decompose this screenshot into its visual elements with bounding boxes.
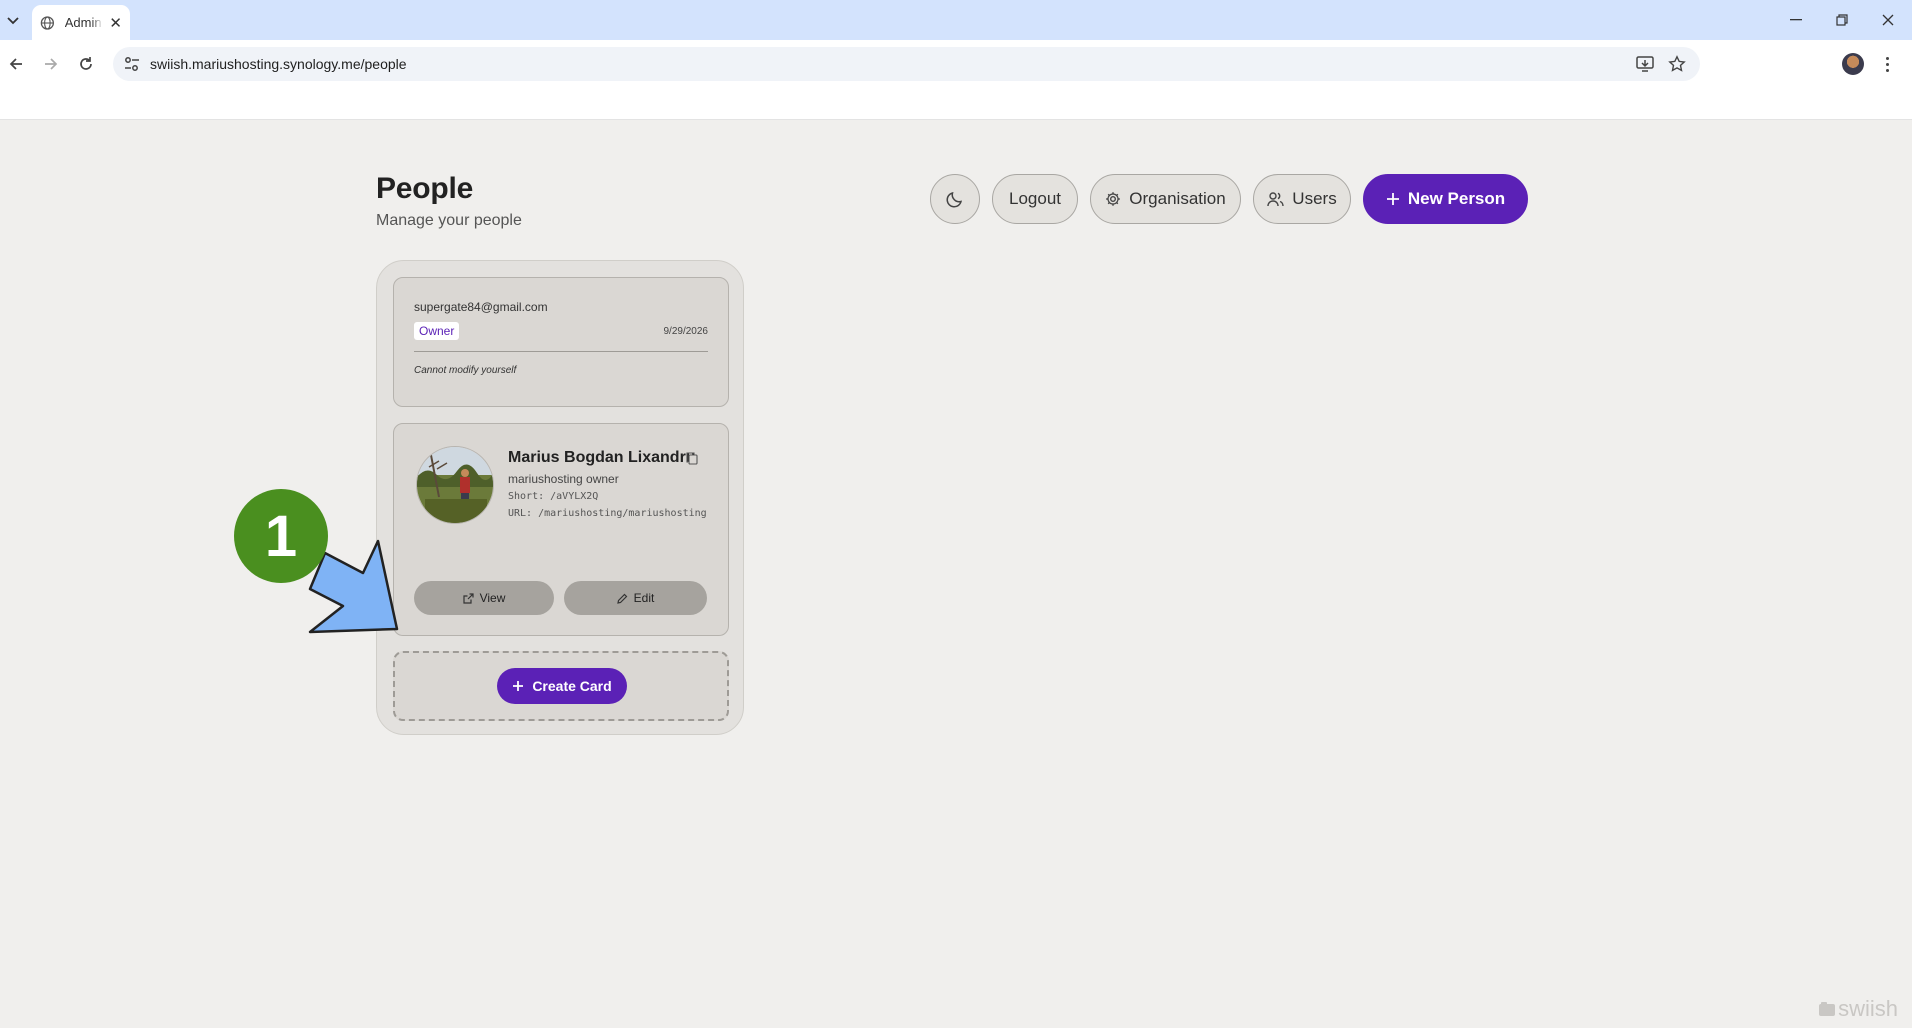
watermark-text: swiish — [1838, 996, 1898, 1021]
edit-label: Edit — [633, 591, 655, 605]
create-card-button[interactable]: Create Card — [497, 668, 627, 704]
person-name: Marius Bogdan Lixandru — [508, 449, 696, 466]
browser-menu-icon[interactable] — [1880, 52, 1894, 76]
pencil-icon — [616, 593, 628, 604]
arrow-right-icon — [45, 58, 58, 70]
divider — [414, 351, 708, 352]
browser-tab[interactable]: Admin ✕ — [32, 5, 130, 40]
gear-icon — [1106, 192, 1121, 206]
page-subtitle: Manage your people — [376, 212, 522, 229]
reload-button[interactable] — [72, 50, 100, 78]
restore-icon — [1836, 14, 1848, 26]
step-annotation: 1 — [234, 489, 399, 634]
minimize-icon — [1790, 19, 1802, 21]
logout-label: Logout — [1009, 189, 1061, 208]
reload-icon — [80, 57, 92, 70]
url-text: swiish.mariushosting.synology.me/people — [150, 56, 407, 72]
user-card: supergate84@gmail.com Owner 9/29/2026 Ca… — [393, 277, 729, 407]
close-icon — [1882, 14, 1894, 26]
person-card: Marius Bogdan Lixandru mariushosting own… — [393, 423, 729, 636]
external-link-icon — [462, 592, 474, 604]
organisation-button[interactable]: Organisation — [1090, 174, 1241, 224]
view-label: View — [479, 591, 506, 605]
user-date: 9/29/2026 — [663, 326, 709, 337]
new-person-button[interactable]: New Person — [1363, 174, 1528, 224]
view-button[interactable]: View — [414, 581, 554, 615]
create-card-area: Create Card — [393, 651, 729, 721]
bookmark-star-icon[interactable] — [1668, 55, 1686, 73]
person-url: URL: /mariushosting/mariushosting — [508, 508, 707, 519]
role-badge: Owner — [414, 322, 460, 340]
page-title: People — [376, 172, 474, 205]
moon-icon — [946, 191, 963, 208]
step-number: 1 — [265, 504, 297, 569]
back-button[interactable] — [2, 50, 30, 78]
swiish-logo-icon — [1819, 1002, 1836, 1016]
minimize-button[interactable] — [1782, 8, 1810, 32]
users-button[interactable]: Users — [1253, 174, 1351, 224]
arrow-left-icon — [9, 58, 22, 70]
browser-toolbar: swiish.mariushosting.synology.me/people — [0, 40, 1912, 87]
page-content: People Manage your people Logout Organis… — [0, 120, 1912, 1028]
close-window-button[interactable] — [1874, 8, 1902, 32]
logout-button[interactable]: Logout — [992, 174, 1078, 224]
browser-tab-strip: Admin ✕ — [0, 0, 1912, 40]
plus-icon — [1386, 193, 1399, 205]
globe-icon — [40, 15, 54, 30]
person-column: supergate84@gmail.com Owner 9/29/2026 Ca… — [376, 260, 744, 735]
organisation-label: Organisation — [1129, 189, 1226, 208]
tab-search-button[interactable] — [2, 10, 24, 32]
user-note: Cannot modify yourself — [414, 365, 517, 376]
users-label: Users — [1292, 189, 1337, 208]
new-person-label: New Person — [1407, 189, 1506, 208]
address-bar[interactable]: swiish.mariushosting.synology.me/people — [113, 47, 1700, 81]
copy-icon[interactable] — [686, 452, 698, 465]
chevron-down-icon — [7, 17, 19, 25]
profile-avatar[interactable] — [1842, 53, 1864, 75]
person-short-link: Short: /aVYLX2Q — [508, 491, 599, 502]
forward-button[interactable] — [37, 50, 65, 78]
plus-icon — [513, 681, 524, 691]
page-heading: People Manage your people — [376, 172, 522, 230]
person-title: mariushosting owner — [508, 472, 619, 486]
users-icon — [1267, 192, 1284, 207]
theme-toggle-button[interactable] — [930, 174, 980, 224]
user-email: supergate84@gmail.com — [414, 300, 548, 314]
tab-title: Admin — [64, 15, 102, 30]
site-settings-icon[interactable] — [123, 55, 141, 73]
install-app-icon[interactable] — [1636, 55, 1654, 73]
edit-button[interactable]: Edit — [564, 581, 707, 615]
create-card-label: Create Card — [532, 678, 612, 694]
watermark: swiish — [1818, 996, 1898, 1022]
tab-close-icon[interactable]: ✕ — [109, 14, 122, 32]
restore-button[interactable] — [1828, 8, 1856, 32]
bookmarks-bar — [0, 87, 1912, 120]
